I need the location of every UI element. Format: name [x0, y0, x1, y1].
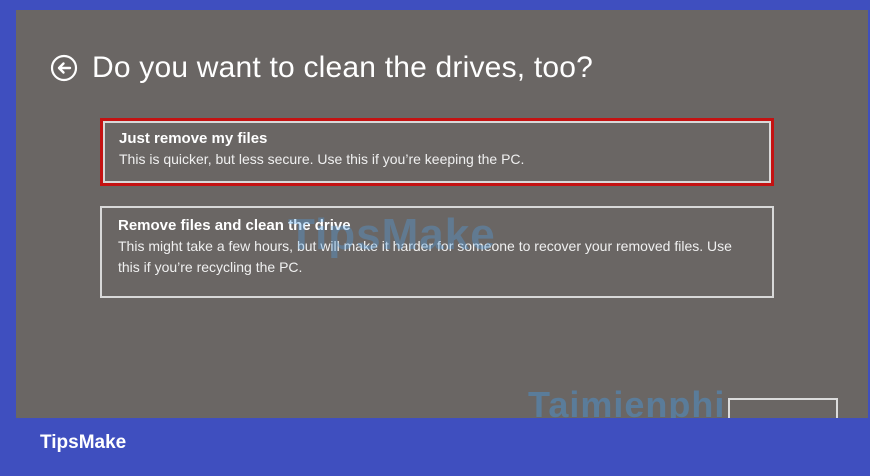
option-just-remove-files[interactable]: Just remove my files This is quicker, bu…	[100, 118, 774, 186]
option-title: Just remove my files	[119, 130, 268, 147]
option-description: This is quicker, but less secure. Use th…	[119, 151, 525, 167]
dialog-header: Do you want to clean the drives, too?	[50, 48, 593, 88]
reset-pc-screen: Do you want to clean the drives, too? Ju…	[16, 10, 868, 418]
cancel-button[interactable]	[728, 398, 838, 418]
brand-label: TipsMake	[40, 432, 127, 453]
back-arrow-circle-icon[interactable]	[50, 54, 78, 82]
option-title: Remove files and clean the drive	[118, 217, 351, 234]
footer-bar: TipsMake	[0, 418, 870, 476]
option-remove-and-clean-drive[interactable]: Remove files and clean the drive This mi…	[100, 206, 774, 298]
option-description: This might take a few hours, but will ma…	[118, 238, 732, 275]
watermark-logo: Taimienphi	[528, 384, 726, 418]
page-title: Do you want to clean the drives, too?	[92, 51, 594, 84]
